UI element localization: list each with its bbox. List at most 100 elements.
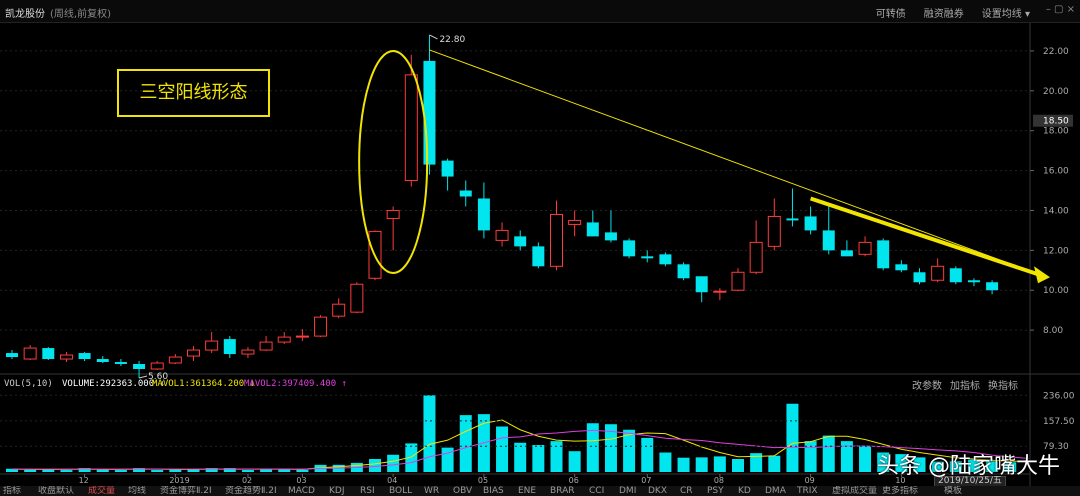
candle-body-up (314, 316, 328, 337)
candle (59, 352, 73, 363)
volume-bar (151, 470, 164, 472)
candle (986, 280, 999, 295)
time-tick-label: 05 (478, 476, 488, 485)
volume-bar (695, 457, 708, 472)
candle (568, 210, 582, 237)
indicator-tab[interactable]: CR (680, 486, 693, 496)
time-tick-label: 03 (296, 476, 306, 485)
candle-body-up (713, 290, 727, 293)
indicator-tab[interactable]: 模板 (944, 486, 962, 496)
indicator-tab[interactable]: KDJ (329, 486, 345, 496)
indicator-tab[interactable]: 资金博弈Ⅱ.2I (160, 486, 212, 496)
indicator-tab[interactable]: RSI (360, 486, 375, 496)
candle (586, 210, 599, 237)
candle (967, 278, 980, 287)
add-indicator-button[interactable]: 加指标 (950, 377, 980, 392)
candle-body-down (895, 264, 908, 271)
candle-body-down (477, 198, 490, 231)
price-tick-label: 8.00 (1043, 326, 1063, 336)
indicator-tab[interactable]: TRIX (797, 486, 818, 496)
volume-bar (822, 435, 835, 472)
indicator-tab[interactable]: WR (424, 486, 439, 496)
indicator-tab[interactable]: BIAS (483, 486, 504, 496)
change-params-button[interactable]: 改参数 (912, 377, 942, 392)
indicator-tab[interactable]: 虚拟成交量 (832, 486, 877, 496)
volume-value: VOLUME:292363.000 ↓ (62, 379, 165, 389)
pattern-annotation-box: 三空阳线形态 (117, 69, 270, 117)
high-price-label: 22.80 (439, 35, 465, 45)
high-marker-line (429, 34, 438, 40)
candle (423, 34, 436, 175)
indicator-tab[interactable]: BOLL (389, 486, 412, 496)
indicator-tab[interactable]: 更多指标 (882, 486, 918, 496)
candle (332, 298, 346, 319)
indicator-tab[interactable]: BRAR (550, 486, 574, 496)
time-tick-label: 07 (641, 476, 651, 485)
indicator-tab[interactable]: DKX (648, 486, 667, 496)
candle-body-up (931, 265, 945, 281)
candle (477, 182, 490, 239)
indicator-tab[interactable]: DMI (619, 486, 636, 496)
indicator-tab[interactable]: CCI (589, 486, 604, 496)
candle (949, 266, 962, 285)
candle (659, 252, 672, 267)
candle (386, 206, 400, 251)
indicator-tab[interactable]: 均线 (128, 486, 146, 496)
volume-bar (369, 459, 381, 472)
candle (822, 206, 835, 255)
candle-body-up (858, 241, 872, 255)
indicator-tab[interactable]: DMA (765, 486, 786, 496)
indicator-tab[interactable]: KD (738, 486, 751, 496)
volume-bar (641, 437, 654, 472)
candle (187, 346, 200, 362)
indicator-tab[interactable]: 资金趋势Ⅱ.2I (225, 486, 277, 496)
vol-label[interactable]: VOL(5,10) (4, 379, 53, 389)
indicator-tab[interactable]: MACD (288, 486, 315, 496)
candle (277, 332, 291, 345)
volume-bar (496, 426, 509, 472)
time-tick-label: 06 (569, 476, 579, 485)
candle-body-up (568, 219, 582, 225)
candle (931, 258, 945, 283)
candle-body-down (42, 348, 55, 360)
candle-body-up (241, 349, 255, 355)
indicator-tab[interactable]: OBV (453, 486, 472, 496)
volume-bar (441, 447, 454, 472)
candle (677, 262, 690, 281)
time-tick-label: 02 (242, 476, 252, 485)
indicator-tab[interactable]: ENE (518, 486, 536, 496)
candle (786, 188, 799, 227)
candle (314, 315, 328, 338)
indicator-tab[interactable]: 收盘默认 (38, 486, 74, 496)
candle-body-up (59, 354, 73, 360)
candle (532, 242, 545, 269)
candle (441, 158, 454, 191)
candle (604, 210, 617, 243)
candle (623, 238, 636, 259)
candle (895, 260, 908, 273)
indicator-tab[interactable]: 成交量 (88, 486, 115, 496)
candle-body-up (749, 241, 763, 273)
candle (695, 276, 708, 303)
time-tick-label: 04 (387, 476, 397, 485)
candle (23, 345, 37, 361)
price-tick-label: 10.00 (1043, 286, 1069, 296)
candle-body-down (223, 339, 236, 355)
current-price-label: 18.50 (1043, 117, 1069, 127)
price-tick-label: 16.00 (1043, 167, 1069, 177)
candle-body-up (168, 356, 182, 364)
indicator-tab[interactable]: 指标 (3, 486, 21, 496)
price-tick-label: 18.00 (1043, 127, 1069, 137)
candle-body-up (386, 209, 400, 219)
candle-body-up (550, 213, 563, 267)
candle-body-down (514, 236, 527, 247)
indicator-tab[interactable]: PSY (707, 486, 724, 496)
candle (150, 361, 164, 370)
mavol2-value: MAVOL2:397409.400 ↑ (244, 379, 347, 389)
volume-bar (659, 452, 672, 472)
candle-body-down (967, 280, 980, 283)
volume-bar (387, 454, 400, 472)
candle-body-down (877, 240, 890, 269)
switch-indicator-button[interactable]: 换指标 (988, 377, 1018, 392)
candle-body-up (150, 362, 164, 370)
